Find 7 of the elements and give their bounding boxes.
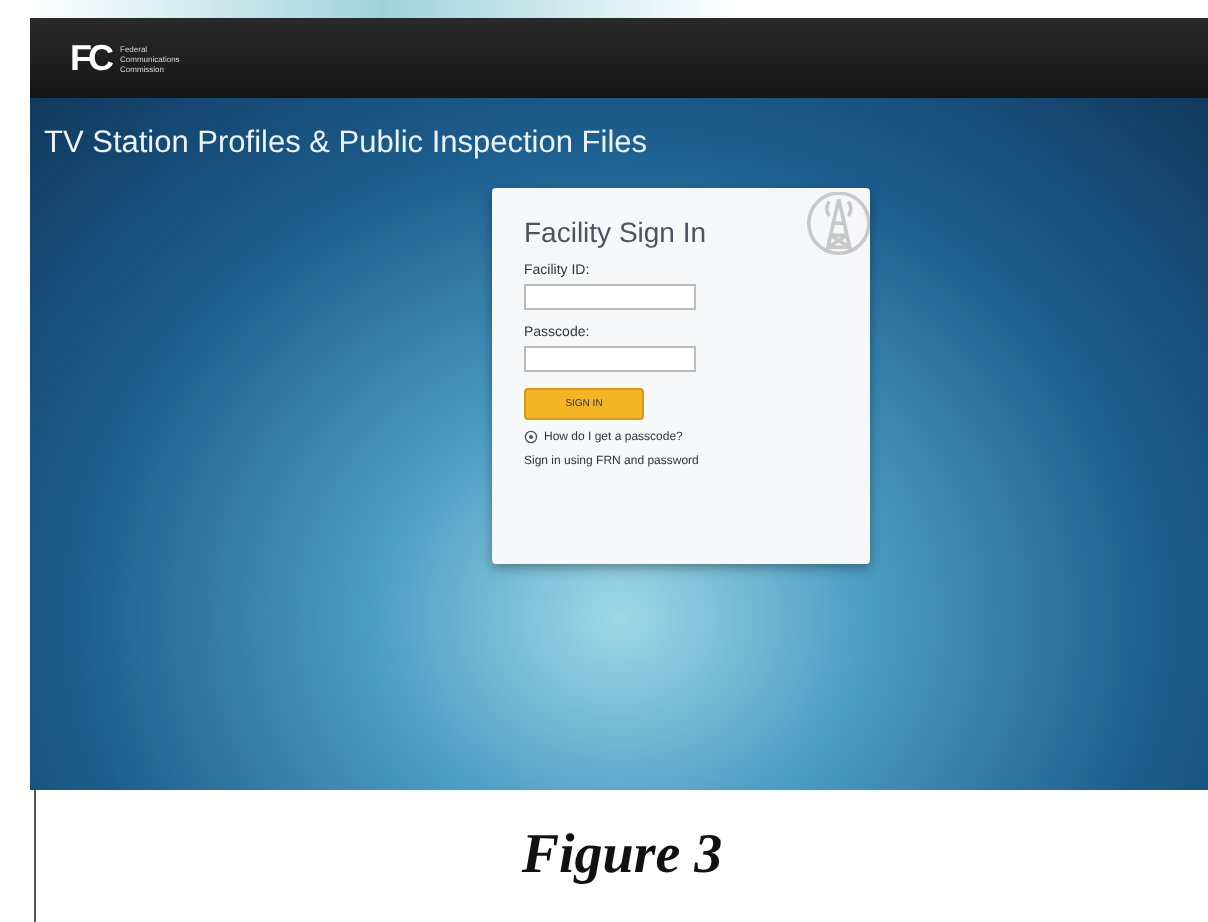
- figure-caption: Figure 3: [521, 824, 723, 888]
- circle-icon: [524, 430, 538, 444]
- page-title: TV Station Profiles & Public Inspection Files: [44, 126, 650, 162]
- input-field[interactable]: [524, 346, 696, 372]
- input-field[interactable]: [524, 284, 696, 310]
- card-title: Facility Sign In: [524, 216, 707, 248]
- logo-mark[interactable]: FC: [70, 37, 110, 79]
